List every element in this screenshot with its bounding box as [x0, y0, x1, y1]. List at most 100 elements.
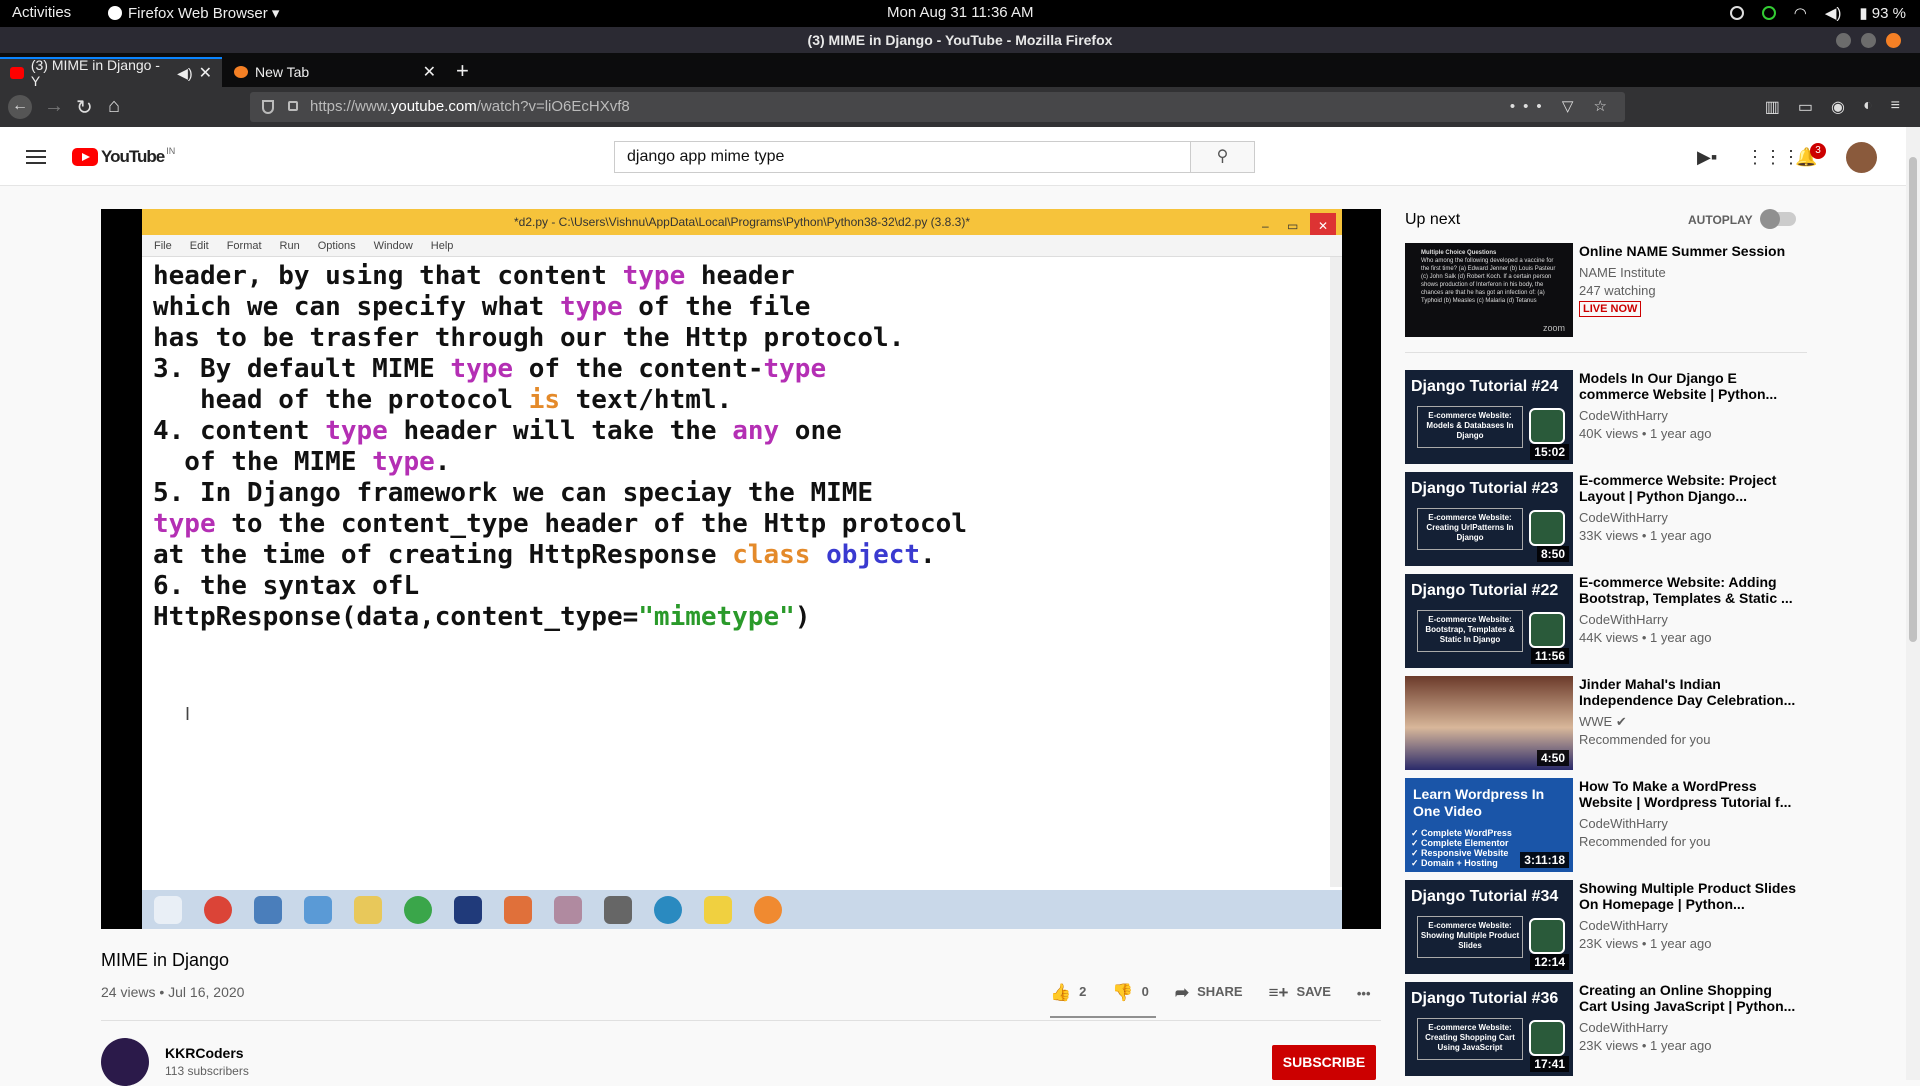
- channel-label: WWE: [1579, 714, 1613, 729]
- tab-label: (3) MIME in Django - Y: [30, 57, 160, 89]
- channel-avatar[interactable]: [101, 1038, 149, 1086]
- video-card-channel[interactable]: NAME Institute: [1579, 265, 1666, 280]
- video-card-views: 23K views • 1 year ago: [1579, 936, 1712, 951]
- search-button[interactable]: ⚲: [1191, 141, 1255, 173]
- back-button[interactable]: ←: [8, 95, 32, 119]
- wifi-icon[interactable]: ◠: [1794, 4, 1807, 22]
- maximize-button[interactable]: [1861, 33, 1876, 48]
- video-card-channel[interactable]: CodeWithHarry: [1579, 1020, 1668, 1035]
- library-icon[interactable]: ▥: [1765, 97, 1780, 117]
- speaker-icon[interactable]: ◀): [177, 65, 192, 82]
- share-button[interactable]: ➦ SHARE: [1175, 983, 1243, 1003]
- video-card-title[interactable]: Online NAME Summer Session: [1579, 243, 1801, 259]
- youtube-logo[interactable]: YouTube IN: [72, 146, 176, 167]
- video-thumbnail[interactable]: Django Tutorial #24 E-commerce Website: …: [1405, 370, 1573, 464]
- video-card-title[interactable]: Showing Multiple Product Slides On Homep…: [1579, 880, 1801, 912]
- user-avatar[interactable]: [1846, 142, 1877, 173]
- video-card-channel[interactable]: CodeWithHarry: [1579, 918, 1668, 933]
- page-actions[interactable]: ••• ▽ ☆: [1510, 92, 1615, 122]
- clock[interactable]: Mon Aug 31 11:36 AM: [887, 4, 1034, 21]
- video-card-title[interactable]: Jinder Mahal's Indian Independence Day C…: [1579, 676, 1801, 708]
- search-input[interactable]: django app mime type: [614, 141, 1191, 173]
- pocket-icon[interactable]: ▽: [1562, 98, 1582, 115]
- video-card-title[interactable]: E-commerce Website: Project Layout | Pyt…: [1579, 472, 1801, 504]
- tracking-shield-icon[interactable]: [262, 100, 274, 114]
- video-thumbnail[interactable]: 4:50: [1405, 676, 1573, 770]
- thumbs-up-icon: 👍: [1050, 983, 1072, 1002]
- video-thumbnail[interactable]: Django Tutorial #34 E-commerce Website: …: [1405, 880, 1573, 974]
- chrome-indicator-icon[interactable]: [1729, 6, 1744, 20]
- video-card[interactable]: Django Tutorial #22 E-commerce Website: …: [1405, 574, 1807, 668]
- video-card-views: Recommended for you: [1579, 834, 1711, 849]
- video-card[interactable]: Django Tutorial #36 E-commerce Website: …: [1405, 982, 1807, 1076]
- lock-icon[interactable]: [288, 101, 298, 111]
- battery-label: 93 %: [1871, 5, 1906, 22]
- video-card-channel[interactable]: CodeWithHarry: [1579, 510, 1668, 525]
- idle-title-bar: *d2.py - C:\Users\Vishnu\AppData\Local\P…: [142, 209, 1342, 239]
- close-tab-icon[interactable]: ✕: [423, 62, 436, 82]
- forward-button[interactable]: →: [44, 95, 64, 118]
- app-icon: [754, 895, 782, 924]
- video-card[interactable]: Django Tutorial #23 E-commerce Website: …: [1405, 472, 1807, 566]
- video-thumbnail[interactable]: Django Tutorial #36 E-commerce Website: …: [1405, 982, 1573, 1076]
- video-card-title[interactable]: Models In Our Django E commerce Website …: [1579, 370, 1801, 402]
- autoplay-toggle[interactable]: [1760, 209, 1796, 229]
- search-icon: ⚲: [1216, 148, 1229, 165]
- bookmark-star-icon[interactable]: ☆: [1594, 98, 1615, 115]
- sidebar-icon[interactable]: ▭: [1798, 97, 1813, 117]
- apps-grid-icon[interactable]: ⋮⋮⋮: [1746, 147, 1800, 168]
- video-card[interactable]: Django Tutorial #24 E-commerce Website: …: [1405, 370, 1807, 464]
- idle-menu-bar: File Edit Format Run Options Window Help: [142, 235, 1342, 257]
- video-card[interactable]: 4:50 Jinder Mahal's Indian Independence …: [1405, 676, 1807, 770]
- system-top-bar: Activities Firefox Web Browser ▾ Mon Aug…: [0, 0, 1920, 27]
- activities-button[interactable]: Activities: [12, 4, 71, 21]
- extension-icon[interactable]: ◐: [1863, 97, 1873, 117]
- more-button[interactable]: •••: [1357, 986, 1371, 1001]
- video-card[interactable]: Django Tutorial #34 E-commerce Website: …: [1405, 880, 1807, 974]
- django-logo-icon: [1529, 1020, 1565, 1056]
- up-next-video[interactable]: Multiple Choice Questions Who among the f…: [1405, 243, 1807, 337]
- system-tray[interactable]: ◠ ◀) ▮ 93 %: [1729, 4, 1906, 22]
- home-button[interactable]: ⌂: [108, 95, 120, 118]
- like-button[interactable]: 👍 2: [1050, 983, 1086, 1003]
- url-bar[interactable]: https://www.youtube.com/watch?v=liO6EcHX…: [250, 92, 1625, 122]
- create-video-icon[interactable]: ▶▪: [1697, 147, 1717, 168]
- close-tab-icon[interactable]: ✕: [199, 63, 212, 83]
- video-card-title[interactable]: Creating an Online Shopping Cart Using J…: [1579, 982, 1801, 1014]
- scrollbar-thumb[interactable]: [1909, 157, 1917, 642]
- video-thumbnail[interactable]: Django Tutorial #22 E-commerce Website: …: [1405, 574, 1573, 668]
- volume-icon[interactable]: ◀): [1825, 4, 1842, 22]
- close-window-button[interactable]: [1886, 33, 1901, 48]
- page-scrollbar[interactable]: [1906, 127, 1920, 1080]
- video-card-channel[interactable]: CodeWithHarry: [1579, 816, 1668, 831]
- verified-icon: ✔: [1615, 714, 1627, 729]
- tab-youtube[interactable]: (3) MIME in Django - Y ◀) ✕: [0, 57, 222, 89]
- more-actions-icon[interactable]: •••: [1510, 98, 1550, 115]
- save-button[interactable]: ≡+ SAVE: [1269, 983, 1331, 1003]
- guide-menu-icon[interactable]: [26, 150, 46, 164]
- minimize-button[interactable]: [1836, 33, 1851, 48]
- battery-indicator[interactable]: ▮ 93 %: [1859, 4, 1906, 22]
- country-code: IN: [166, 146, 176, 156]
- account-icon[interactable]: ◉: [1831, 97, 1845, 117]
- video-card-channel[interactable]: CodeWithHarry: [1579, 612, 1668, 627]
- app-icon: [654, 895, 682, 924]
- update-indicator-icon[interactable]: [1761, 6, 1776, 20]
- video-thumbnail[interactable]: Learn Wordpress In One Video ✓ Complete …: [1405, 778, 1573, 872]
- dislike-button[interactable]: 👎 0: [1112, 983, 1148, 1003]
- tab-new-tab[interactable]: New Tab ✕: [224, 57, 446, 87]
- video-card[interactable]: Learn Wordpress In One Video ✓ Complete …: [1405, 778, 1807, 872]
- app-menu[interactable]: Firefox Web Browser ▾: [108, 4, 279, 22]
- reload-button[interactable]: ↻: [76, 95, 93, 120]
- menu-icon[interactable]: ≡: [1891, 97, 1900, 117]
- video-thumbnail[interactable]: Multiple Choice Questions Who among the f…: [1405, 243, 1573, 337]
- video-card-channel[interactable]: WWE ✔: [1579, 714, 1627, 730]
- channel-name[interactable]: KKRCoders: [165, 1045, 244, 1061]
- video-card-channel[interactable]: CodeWithHarry: [1579, 408, 1668, 423]
- autoplay-label: AUTOPLAY: [1688, 213, 1753, 227]
- video-card-title[interactable]: E-commerce Website: Adding Bootstrap, Te…: [1579, 574, 1801, 606]
- video-thumbnail[interactable]: Django Tutorial #23 E-commerce Website: …: [1405, 472, 1573, 566]
- new-tab-button[interactable]: +: [456, 58, 469, 84]
- video-card-title[interactable]: How To Make a WordPress Website | Wordpr…: [1579, 778, 1801, 810]
- subscribe-button[interactable]: SUBSCRIBE: [1272, 1045, 1376, 1080]
